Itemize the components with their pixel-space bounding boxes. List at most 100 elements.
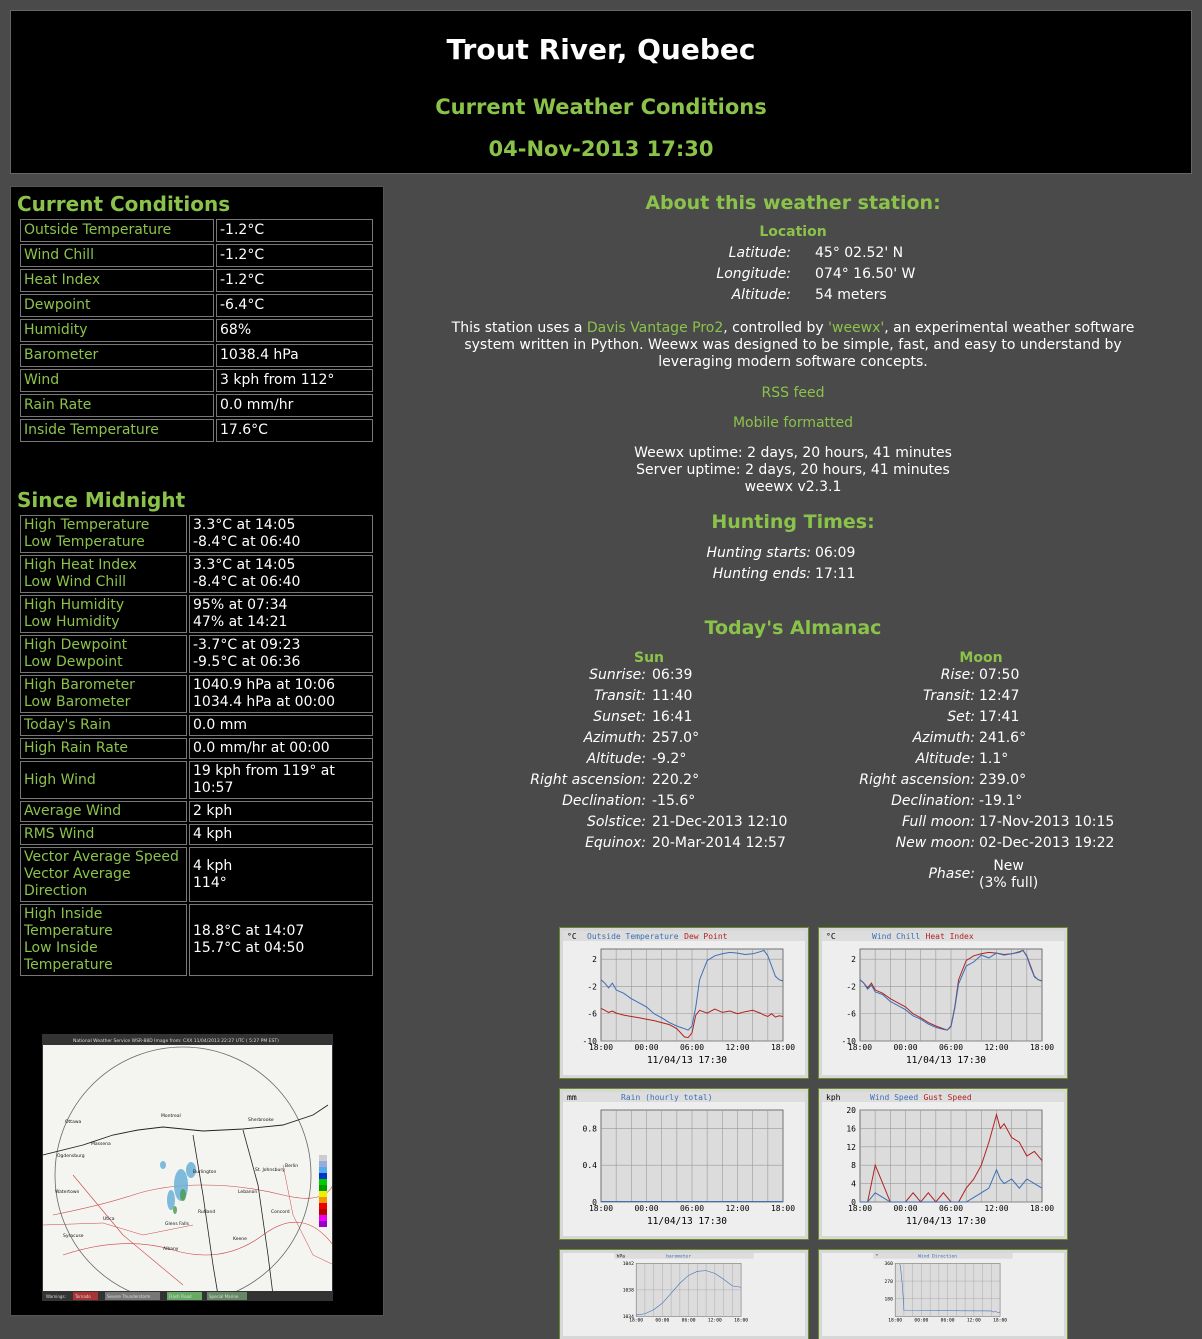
plot-unit: mm xyxy=(567,1093,577,1102)
plot-xtick-label: 18:00 xyxy=(888,1318,902,1324)
moon-almanac-row: Declination: -19.1° xyxy=(891,793,1023,809)
page-header: Trout River, Quebec Current Weather Cond… xyxy=(10,10,1192,174)
since-row: High Humidity Low Humidity 95% at 07:34 47%… xyxy=(20,595,373,633)
svg-text:Massena: Massena xyxy=(91,1141,111,1147)
plot-xtick-label: 18:00 xyxy=(589,1043,613,1052)
plot-xtick-label: 18:00 xyxy=(629,1318,643,1324)
current-conditions-title: Current Conditions xyxy=(17,192,231,216)
plot-xtick-label: 00:00 xyxy=(655,1318,669,1324)
plot-xtick-label: 06:00 xyxy=(680,1043,704,1052)
moon-almanac-row: New moon: 02-Dec-2013 19:22 xyxy=(895,835,1115,851)
condition-label: Rain Rate xyxy=(20,394,214,417)
plot-xtick-label: 18:00 xyxy=(1030,1043,1054,1052)
plot-xtick-label: 00:00 xyxy=(634,1204,658,1213)
moon-almanac-row: Full moon: 17-Nov-2013 10:15 xyxy=(902,814,1115,830)
svg-text:Watertown: Watertown xyxy=(55,1189,80,1195)
condition-value: -1.2°C xyxy=(216,269,373,292)
plot-xtick-label: 00:00 xyxy=(893,1043,917,1052)
plot-series-name: Wind Direction xyxy=(918,1254,957,1260)
since-label: Today's Rain xyxy=(20,715,187,736)
plot-ytick-label: 0.8 xyxy=(583,1124,598,1133)
since-value: 1040.9 hPa at 10:06 1034.4 hPa at 00:00 xyxy=(189,675,373,713)
since-midnight-title: Since Midnight xyxy=(17,488,186,512)
since-label: High Rain Rate xyxy=(20,738,187,759)
since-label: High Humidity Low Humidity xyxy=(20,595,187,633)
about-title: About this weather station: xyxy=(645,192,941,214)
altitude-label: Altitude: xyxy=(731,287,791,303)
plot-series-name: Dew Point xyxy=(684,932,728,941)
moon-almanac-row: Altitude: 1.1° xyxy=(915,751,1009,767)
since-row: High Heat Index Low Wind Chill 3.3°C at 14… xyxy=(20,555,373,593)
davis-link[interactable]: Davis Vantage Pro2 xyxy=(587,320,723,336)
condition-value: -1.2°C xyxy=(216,219,373,242)
current-conditions-table: Outside Temperature -1.2°C Wind Chill -1.2°… xyxy=(18,217,375,444)
plot-unit: ° xyxy=(876,1254,879,1260)
plot-series-name: Heat Index xyxy=(926,932,974,941)
plot-xtick-label: 00:00 xyxy=(634,1043,658,1052)
plot-svg: kph Wind Speed Gust Speed20161284018:00 00:… xyxy=(822,1092,1064,1227)
current-row: Wind Chill -1.2°C xyxy=(20,244,373,267)
since-value: 3.3°C at 14:05 -8.4°C at 06:40 xyxy=(189,515,373,553)
moon-almanac-row: Right ascension: 239.0° xyxy=(859,772,1027,788)
svg-text:Concord: Concord xyxy=(271,1209,290,1215)
sun-title: Sun xyxy=(634,650,665,666)
plot-xtick-label: 12:00 xyxy=(984,1204,1008,1213)
plot-ytick-label: -2 xyxy=(587,982,597,991)
moon-almanac-row: Transit: 12:47 xyxy=(922,688,1020,704)
rss-feed-link[interactable]: RSS feed xyxy=(762,385,825,401)
since-row: High Wind 19 kph from 119° at 10:57 xyxy=(20,761,373,799)
plot-xlabel: 11/04/13 17:30 xyxy=(906,1055,986,1066)
plot-unit: kph xyxy=(826,1093,841,1102)
plot-svg: ° Wind Direction 360 270 180 18:00 00:00 06:00 1… xyxy=(873,1253,1013,1324)
condition-value: 68% xyxy=(216,319,373,342)
since-label: High Temperature Low Temperature xyxy=(20,515,187,553)
plot-xtick-label: 06:00 xyxy=(682,1318,696,1324)
svg-text:Utica: Utica xyxy=(103,1216,115,1222)
plot-ytick-label: 2 xyxy=(592,955,597,964)
weewx-link[interactable]: 'weewx' xyxy=(828,320,884,336)
moon-almanac-row: Set: 17:41 xyxy=(947,709,1020,725)
uptime-info: Weewx uptime: 2 days, 20 hours, 41 minut… xyxy=(384,445,1202,496)
plot-xtick-label: 12:00 xyxy=(725,1204,749,1213)
plot-xtick-label: 18:00 xyxy=(993,1318,1007,1324)
location-title: Location xyxy=(759,224,827,240)
station-title: Trout River, Quebec xyxy=(446,33,756,66)
plot-5[interactable]: ° Wind Direction 360 270 180 18:00 00:00 06:00 1… xyxy=(818,1249,1068,1339)
plot-series-name: Rain (hourly total) xyxy=(621,1093,713,1102)
plot-1[interactable]: °C Wind Chill Heat Index 2 -2 -6 -10 18:00 00:00… xyxy=(818,927,1068,1079)
since-label: High Wind xyxy=(20,761,187,799)
altitude-value: 54 meters xyxy=(815,287,887,303)
condition-value: 3 kph from 112° xyxy=(216,369,373,392)
current-row: Rain Rate 0.0 mm/hr xyxy=(20,394,373,417)
plot-4[interactable]: hPa barometer 1042 1038 1034 18:00 00:00 06:00 1… xyxy=(559,1249,809,1339)
plot-ytick-label: 8 xyxy=(851,1161,856,1170)
radar-image[interactable]: National Weather Service WSR-88D Image f… xyxy=(42,1034,333,1301)
plot-3[interactable]: kph Wind Speed Gust Speed 20 16 12 8 4 0 18:00 00:… xyxy=(818,1088,1068,1240)
condition-value: 1038.4 hPa xyxy=(216,344,373,367)
plot-2[interactable]: mm Rain (hourly total) 0.8 0.4 0 18:00 00:00 06… xyxy=(559,1088,809,1240)
svg-text:Lebanon: Lebanon xyxy=(238,1189,257,1195)
plot-ytick-label: 4 xyxy=(851,1180,856,1189)
svg-text:Syracuse: Syracuse xyxy=(63,1233,84,1239)
since-label: Vector Average Speed Vector Average Direct… xyxy=(20,847,187,902)
condition-value: -6.4°C xyxy=(216,294,373,317)
since-value: 0.0 mm/hr at 00:00 xyxy=(189,738,373,759)
plot-svg: mm Rain (hourly total)0.80.4018:00 00:00 06… xyxy=(563,1092,805,1227)
plot-svg: hPa barometer10421038103418:00 00:00 06:00 1… xyxy=(614,1253,754,1324)
plot-xtick-label: 06:00 xyxy=(941,1318,955,1324)
latitude-label: Latitude: xyxy=(728,245,791,261)
condition-label: Dewpoint xyxy=(20,294,214,317)
plot-ytick-label: 2 xyxy=(851,955,856,964)
plot-xtick-label: 06:00 xyxy=(680,1204,704,1213)
moon-title: Moon xyxy=(959,650,1003,666)
longitude-value: 074° 16.50' W xyxy=(815,266,916,282)
plot-unit: °C xyxy=(826,932,836,941)
plot-series-name: barometer xyxy=(666,1254,691,1260)
current-row: Dewpoint -6.4°C xyxy=(20,294,373,317)
station-description: This station uses a Davis Vantage Pro2, … xyxy=(451,320,1135,370)
mobile-link[interactable]: Mobile formatted xyxy=(733,415,853,431)
plot-0[interactable]: °C Outside Temperature Dew Point 2 -2 -6 -10 18… xyxy=(559,927,809,1079)
since-value: 2 kph xyxy=(189,801,373,822)
plot-xtick-label: 06:00 xyxy=(939,1043,963,1052)
hunting-info: Hunting starts: 06:09 Hunting ends: 17:1… xyxy=(706,545,856,582)
